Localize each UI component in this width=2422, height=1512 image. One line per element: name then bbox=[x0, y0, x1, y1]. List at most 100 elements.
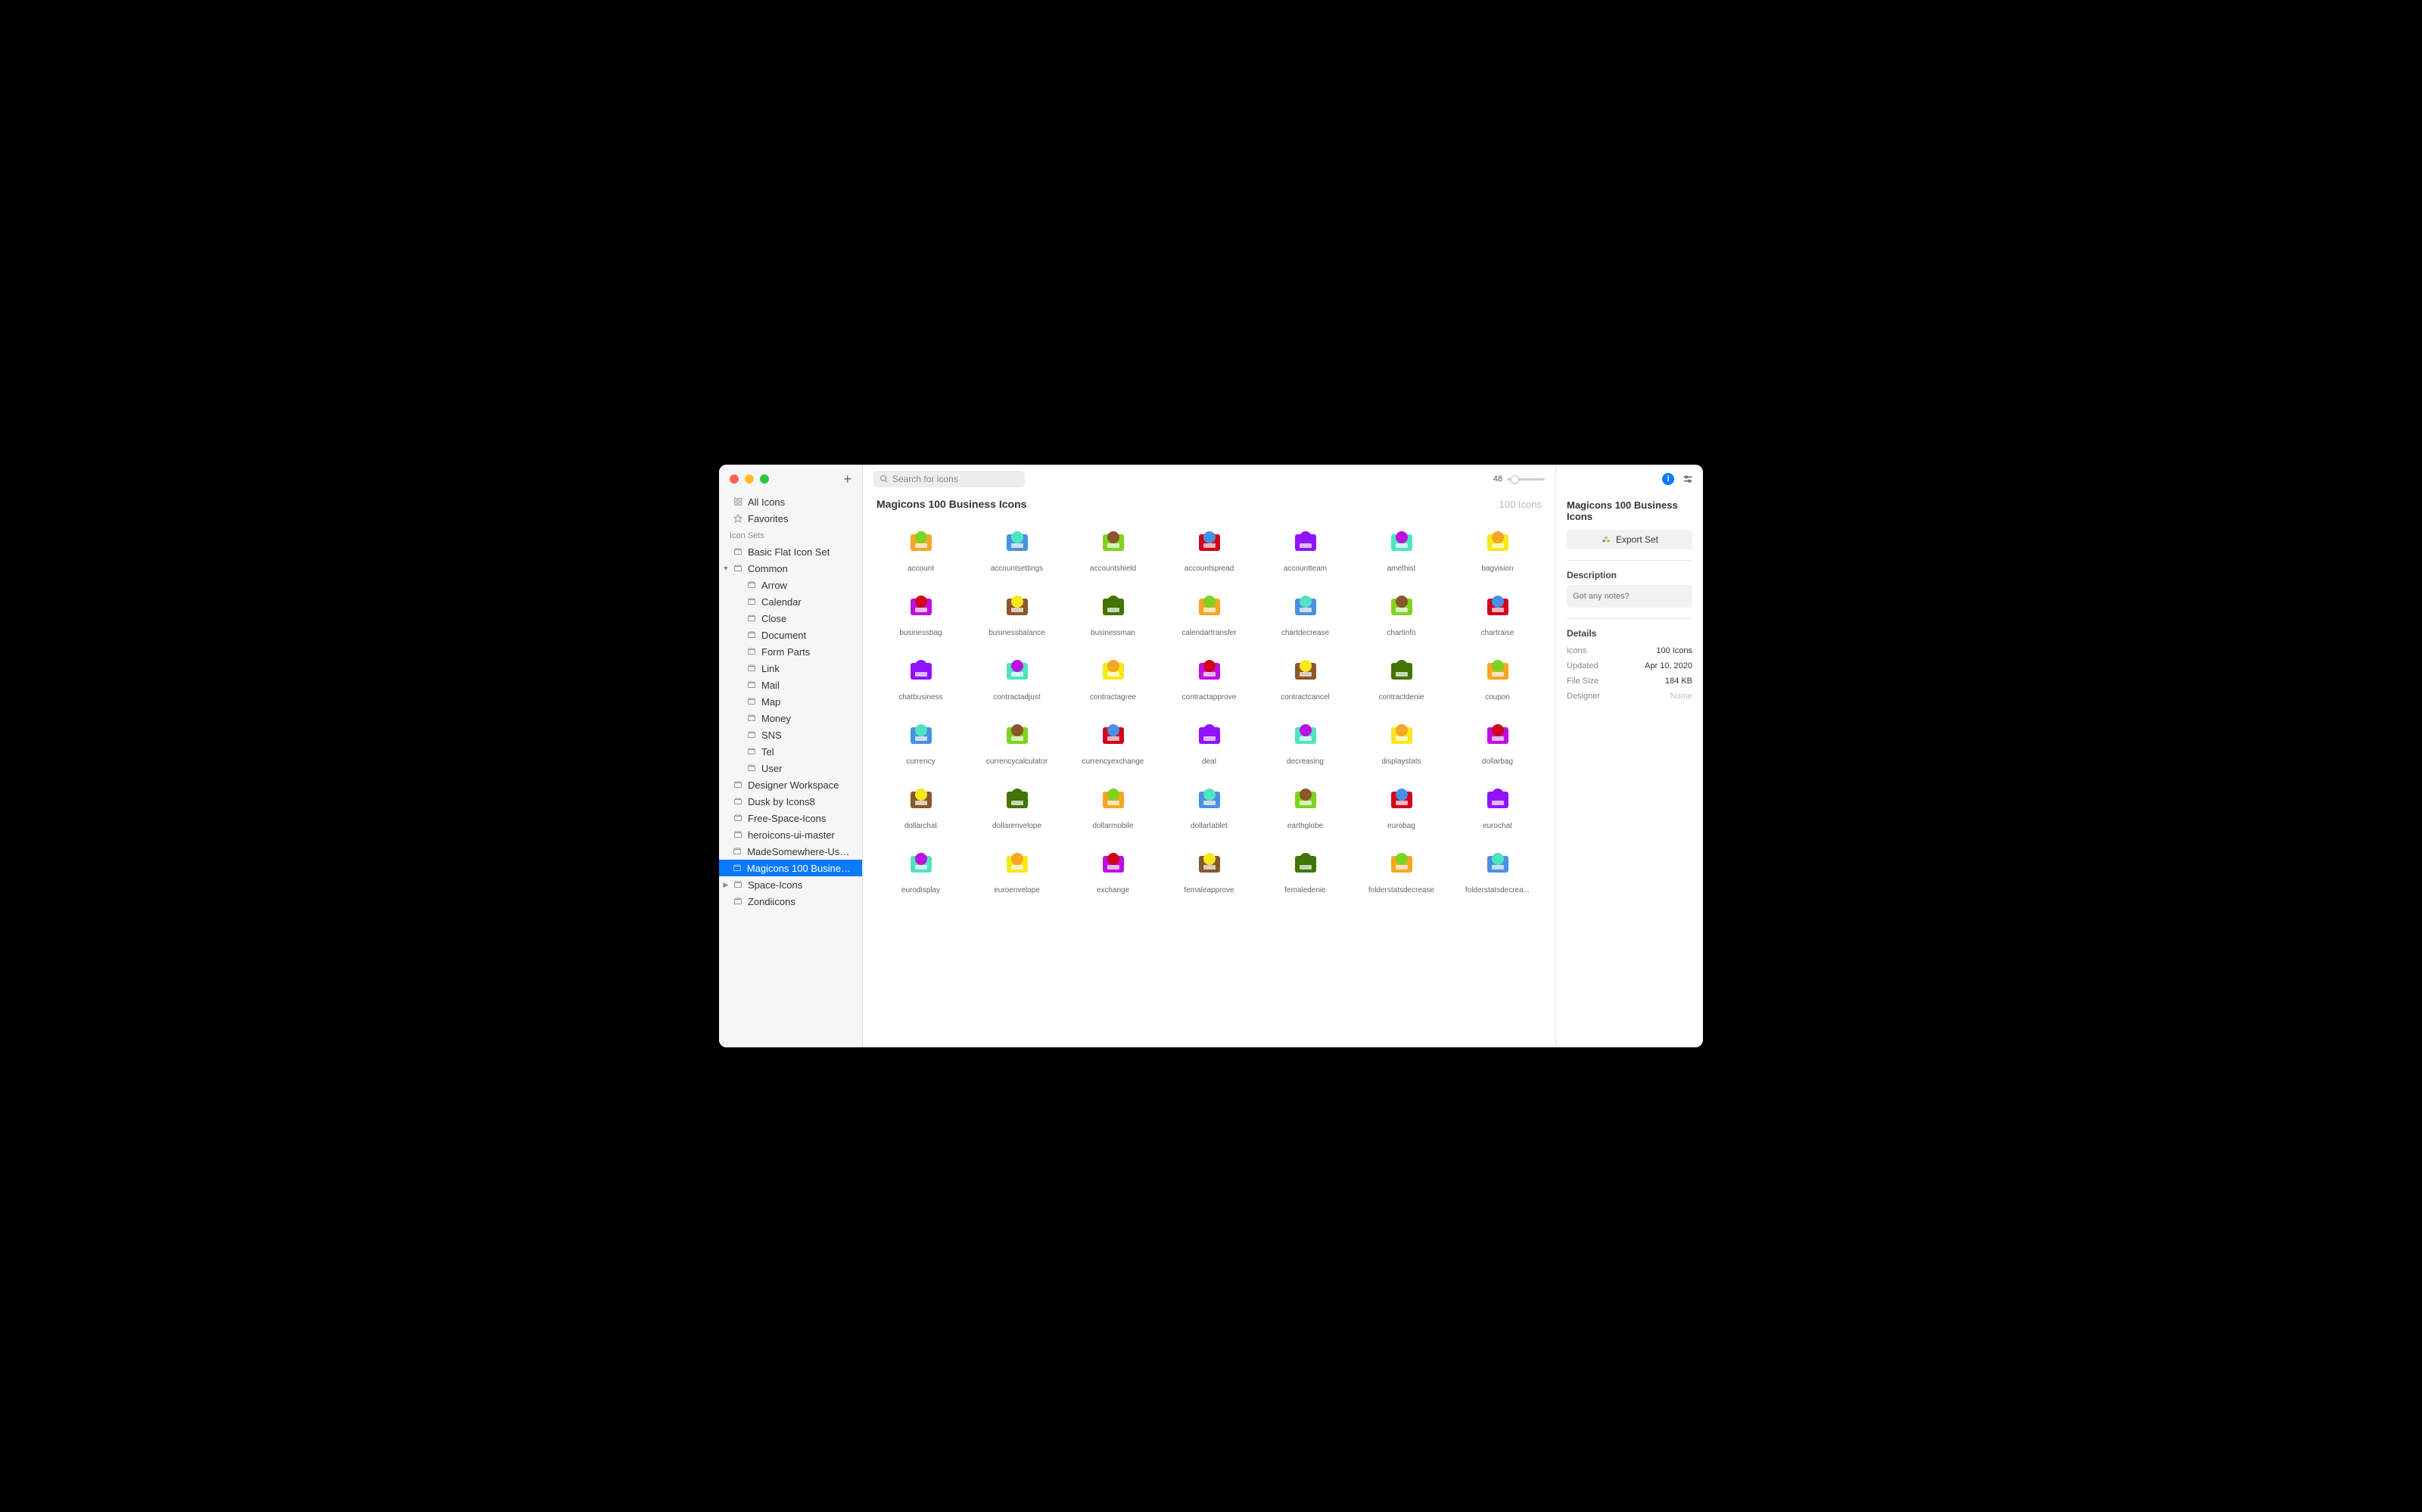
icon-cell[interactable]: femaleapprove bbox=[1165, 847, 1253, 894]
close-window-button[interactable] bbox=[730, 474, 739, 484]
icon-label: dollarmobile bbox=[1093, 822, 1134, 830]
sidebar-item[interactable]: ▶Space-Icons bbox=[719, 876, 862, 893]
icon-label: contractcancel bbox=[1281, 693, 1329, 702]
icon-cell[interactable]: displaystats bbox=[1357, 718, 1446, 766]
sidebar-item[interactable]: Money bbox=[719, 710, 862, 726]
export-icon bbox=[1601, 534, 1611, 545]
icon-cell[interactable]: businessbalance bbox=[973, 590, 1061, 637]
icon-cell[interactable]: account bbox=[876, 525, 965, 573]
icon-label: displaystats bbox=[1381, 758, 1421, 766]
icon-cell[interactable]: accountspread bbox=[1165, 525, 1253, 573]
icon-cell[interactable]: contractapprove bbox=[1165, 654, 1253, 702]
sidebar-item-favorites[interactable]: Favorites bbox=[719, 510, 862, 527]
icon-cell[interactable]: coupon bbox=[1453, 654, 1542, 702]
icon-cell[interactable]: euroenvelope bbox=[973, 847, 1061, 894]
icon-cell[interactable]: bagvision bbox=[1453, 525, 1542, 573]
sidebar-item[interactable]: Arrow bbox=[719, 577, 862, 593]
add-button[interactable]: + bbox=[843, 471, 851, 487]
icon-thumbnail bbox=[1289, 590, 1322, 623]
icon-cell[interactable]: currencycalculator bbox=[973, 718, 1061, 766]
icon-cell[interactable]: amethist bbox=[1357, 525, 1446, 573]
icon-cell[interactable]: currency bbox=[876, 718, 965, 766]
minimize-window-button[interactable] bbox=[745, 474, 754, 484]
icon-cell[interactable]: contractadjust bbox=[973, 654, 1061, 702]
icon-cell[interactable]: decreasing bbox=[1261, 718, 1350, 766]
icon-cell[interactable]: dollarmobile bbox=[1069, 782, 1157, 830]
icon-cell[interactable]: contractcancel bbox=[1261, 654, 1350, 702]
icon-cell[interactable]: contractagree bbox=[1069, 654, 1157, 702]
icon-cell[interactable]: eurodisplay bbox=[876, 847, 965, 894]
sidebar-item[interactable]: Mail bbox=[719, 677, 862, 693]
notes-input[interactable] bbox=[1567, 585, 1692, 608]
icon-cell[interactable]: accountshield bbox=[1069, 525, 1157, 573]
export-set-button[interactable]: Export Set bbox=[1567, 530, 1692, 549]
icon-thumbnail bbox=[1289, 525, 1322, 558]
sidebar-item[interactable]: Tel bbox=[719, 743, 862, 760]
icon-cell[interactable]: dollarbag bbox=[1453, 718, 1542, 766]
icon-thumbnail bbox=[1193, 590, 1226, 623]
icon-cell[interactable]: contractdenie bbox=[1357, 654, 1446, 702]
icon-cell[interactable]: exchange bbox=[1069, 847, 1157, 894]
icon-cell[interactable]: dollartablet bbox=[1165, 782, 1253, 830]
sidebar-item[interactable]: Close bbox=[719, 610, 862, 627]
detail-value: 100 Icons bbox=[1656, 646, 1692, 655]
icon-cell[interactable]: chatbusiness bbox=[876, 654, 965, 702]
sidebar-item[interactable]: User bbox=[719, 760, 862, 776]
sidebar-item[interactable]: Magicons 100 Business Ic... bbox=[719, 860, 862, 876]
icon-cell[interactable]: currencyexchange bbox=[1069, 718, 1157, 766]
icon-label: amethist bbox=[1387, 565, 1416, 573]
info-icon[interactable]: i bbox=[1662, 473, 1674, 485]
content-header: Magicons 100 Business Icons 100 Icons bbox=[863, 493, 1555, 518]
sidebar-item[interactable]: ▼Common bbox=[719, 560, 862, 577]
icon-cell[interactable]: eurochat bbox=[1453, 782, 1542, 830]
icon-cell[interactable]: deal bbox=[1165, 718, 1253, 766]
icon-cell[interactable]: femaledenie bbox=[1261, 847, 1350, 894]
icon-label: femaledenie bbox=[1284, 886, 1325, 894]
icon-thumbnail bbox=[1385, 847, 1418, 880]
sidebar-item[interactable]: Dusk by Icons8 bbox=[719, 793, 862, 810]
icon-cell[interactable]: dollarchat bbox=[876, 782, 965, 830]
icon-cell[interactable]: calendartransfer bbox=[1165, 590, 1253, 637]
icon-cell[interactable]: chartinfo bbox=[1357, 590, 1446, 637]
folder-icon bbox=[746, 697, 757, 706]
icon-cell[interactable]: accountteam bbox=[1261, 525, 1350, 573]
icon-cell[interactable]: accountsettings bbox=[973, 525, 1061, 573]
sidebar-item[interactable]: Zondiicons bbox=[719, 893, 862, 910]
icon-label: accountspread bbox=[1185, 565, 1234, 573]
sidebar-item[interactable]: Basic Flat Icon Set bbox=[719, 543, 862, 560]
detail-key: Updated bbox=[1567, 661, 1599, 670]
settings-sliders-icon[interactable] bbox=[1682, 473, 1694, 485]
sidebar-item[interactable]: Free-Space-Icons bbox=[719, 810, 862, 826]
sidebar-item[interactable]: Link bbox=[719, 660, 862, 677]
sidebar-item[interactable]: Map bbox=[719, 693, 862, 710]
folder-icon bbox=[746, 597, 757, 606]
icon-cell[interactable]: businessbag bbox=[876, 590, 965, 637]
folder-icon bbox=[746, 630, 757, 639]
sidebar-item[interactable]: Designer Workspace bbox=[719, 776, 862, 793]
sidebar-item[interactable]: SNS bbox=[719, 726, 862, 743]
sidebar-item[interactable]: MadeSomewhere-Useful... bbox=[719, 843, 862, 860]
search-input[interactable]: Search for icons bbox=[873, 471, 1025, 487]
sidebar-item[interactable]: Form Parts bbox=[719, 643, 862, 660]
icon-cell[interactable]: chartraise bbox=[1453, 590, 1542, 637]
icon-cell[interactable]: folderstatsdecrea... bbox=[1453, 847, 1542, 894]
folder-icon bbox=[732, 847, 742, 856]
sidebar-item[interactable]: Calendar bbox=[719, 593, 862, 610]
sidebar-item-all-icons[interactable]: All Icons bbox=[719, 493, 862, 510]
maximize-window-button[interactable] bbox=[760, 474, 769, 484]
icon-cell[interactable]: dollarenvelope bbox=[973, 782, 1061, 830]
sidebar-item[interactable]: Document bbox=[719, 627, 862, 643]
sidebar-item[interactable]: heroicons-ui-master bbox=[719, 826, 862, 843]
titlebar: + bbox=[719, 465, 862, 493]
icon-label: calendartransfer bbox=[1181, 629, 1236, 637]
inspector-body: Magicons 100 Business Icons Export Set D… bbox=[1556, 493, 1703, 710]
size-slider[interactable] bbox=[1507, 478, 1545, 481]
icon-cell[interactable]: eurobag bbox=[1357, 782, 1446, 830]
icon-cell[interactable]: folderstatsdecrease bbox=[1357, 847, 1446, 894]
icon-cell[interactable]: chartdecrease bbox=[1261, 590, 1350, 637]
icon-thumbnail bbox=[1001, 525, 1034, 558]
sidebar: + All IconsFavoritesIcon SetsBasic Flat … bbox=[719, 465, 863, 1047]
icon-cell[interactable]: earthglobe bbox=[1261, 782, 1350, 830]
icon-cell[interactable]: businessman bbox=[1069, 590, 1157, 637]
grid-icon bbox=[733, 497, 743, 506]
